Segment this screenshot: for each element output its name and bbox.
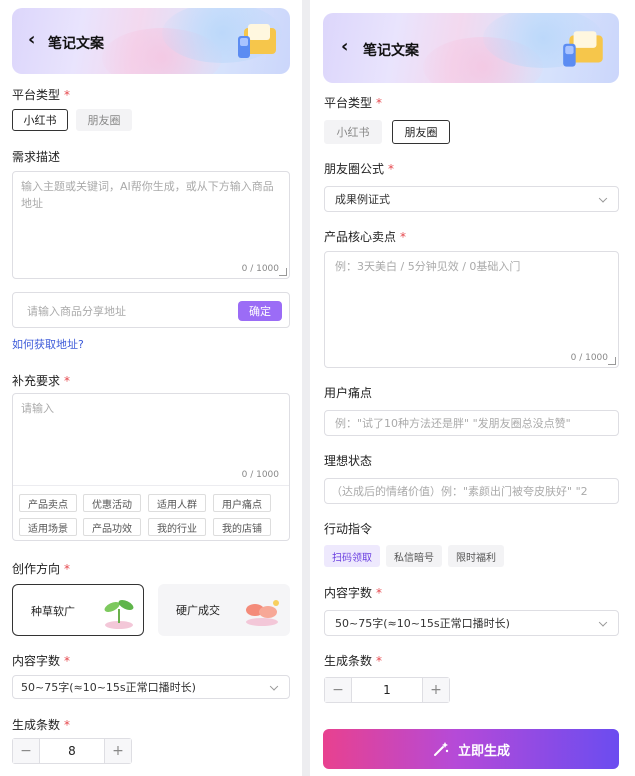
direction-label: 创作方向 * <box>12 562 71 576</box>
confirm-button[interactable]: 确定 <box>238 301 282 321</box>
page-title: 笔记文案 <box>363 43 419 59</box>
action-label: 行动指令 <box>324 522 373 536</box>
extra-counter: 0 / 1000 <box>241 470 279 480</box>
pain-placeholder: 例："试了10种方法还是胖" "发朋友圈总没点赞" <box>335 417 571 430</box>
url-placeholder: 请输入商品分享地址 <box>27 305 126 318</box>
tag-pain-point[interactable]: 用户痛点 <box>213 494 271 512</box>
formula-label: 朋友圈公式 * <box>324 162 395 176</box>
gen-count-label: 生成条数 * <box>12 718 71 732</box>
resize-handle-icon[interactable] <box>279 268 287 276</box>
need-placeholder: 输入主题或关键词，AI帮你生成，或从下方输入商品地址 <box>21 180 274 210</box>
back-icon[interactable]: ‹ <box>341 36 348 57</box>
formula-select[interactable]: 成果例证式 <box>324 186 619 212</box>
platform-option-moments[interactable]: 朋友圈 <box>76 109 132 131</box>
platform-option-xiaohongshu[interactable]: 小红书 <box>324 120 382 144</box>
gen-count-stepper[interactable]: − 8 + <box>12 738 132 764</box>
word-count-value: 50~75字(≈10~15s正常口播时长) <box>335 617 510 630</box>
direction-card-soft-label: 种草软广 <box>31 605 75 618</box>
folder-decoration-icon <box>238 24 276 58</box>
chevron-down-icon <box>269 682 279 691</box>
help-link[interactable]: 如何获取地址? <box>12 336 84 352</box>
tag-audience[interactable]: 适用人群 <box>148 494 206 512</box>
tag-promotion[interactable]: 优惠活动 <box>83 494 141 512</box>
ideal-placeholder: （达成后的情绪价值）例："素颜出门被夸皮肤好" "2 <box>331 485 588 498</box>
gen-count-stepper[interactable]: − 1 + <box>324 677 450 703</box>
decrement-button[interactable]: − <box>13 739 39 763</box>
folder-decoration-icon <box>563 31 603 67</box>
url-input[interactable]: 请输入商品分享地址 确定 <box>12 292 290 328</box>
pain-label: 用户痛点 <box>324 386 373 400</box>
word-count-label: 内容字数 * <box>12 654 71 668</box>
generate-button[interactable]: 立即生成 <box>323 729 619 769</box>
magic-wand-icon <box>433 742 449 756</box>
tag-shop[interactable]: 我的店铺 <box>213 518 271 536</box>
tag-selling-point[interactable]: 产品卖点 <box>19 494 77 512</box>
increment-button[interactable]: + <box>105 739 131 763</box>
formula-value: 成果例证式 <box>335 193 390 206</box>
platform-option-xiaohongshu[interactable]: 小红书 <box>12 109 68 131</box>
right-panel: ‹ 笔记文案 平台类型 * 小红书 朋友圈 朋友圈公式 * 成果例证式 产品核心卖点… <box>310 0 635 776</box>
resize-handle-icon[interactable] <box>608 357 616 365</box>
chevron-down-icon <box>598 618 608 627</box>
page-title: 笔记文案 <box>48 36 104 52</box>
gen-count-label: 生成条数 * <box>324 654 383 668</box>
direction-card-hard-label: 硬广成交 <box>176 604 220 617</box>
platform-label: 平台类型 * <box>324 96 383 110</box>
action-option-dm[interactable]: 私信暗号 <box>386 545 442 567</box>
extra-placeholder: 请输入 <box>21 402 54 415</box>
left-panel: ‹ 笔记文案 平台类型 * 小红书 朋友圈 需求描述 输入主题或关键词，AI帮你生… <box>0 0 302 776</box>
tag-scenario[interactable]: 适用场景 <box>19 518 77 536</box>
page-header: ‹ 笔记文案 <box>12 8 290 74</box>
platform-option-moments[interactable]: 朋友圈 <box>392 120 450 144</box>
need-label: 需求描述 <box>12 150 61 164</box>
action-option-limited[interactable]: 限时福利 <box>448 545 504 567</box>
generate-label: 立即生成 <box>457 743 510 759</box>
need-counter: 0 / 1000 <box>241 264 279 274</box>
gen-count-input[interactable]: 1 <box>351 678 423 702</box>
page-header: ‹ 笔记文案 <box>323 13 619 83</box>
tag-efficacy[interactable]: 产品功效 <box>83 518 141 536</box>
action-option-scan[interactable]: 扫码领取 <box>324 545 380 567</box>
extra-label: 补充要求 * <box>12 374 71 388</box>
selling-placeholder: 例：3天美白 / 5分钟见效 / 0基础入门 <box>335 260 521 273</box>
need-textarea[interactable]: 输入主题或关键词，AI帮你生成，或从下方输入商品地址 0 / 1000 <box>12 171 290 279</box>
decrement-button[interactable]: − <box>325 678 351 702</box>
word-count-value: 50~75字(≈10~15s正常口播时长) <box>21 681 196 694</box>
ideal-label: 理想状态 <box>324 454 373 468</box>
back-icon[interactable]: ‹ <box>28 29 35 50</box>
word-count-select[interactable]: 50~75字(≈10~15s正常口播时长) <box>324 610 619 636</box>
word-count-label: 内容字数 * <box>324 586 383 600</box>
direction-card-hard[interactable]: 硬广成交 <box>158 584 290 636</box>
selling-textarea[interactable]: 例：3天美白 / 5分钟见效 / 0基础入门 0 / 1000 <box>324 251 619 368</box>
platform-label: 平台类型 * <box>12 88 71 102</box>
word-count-select[interactable]: 50~75字(≈10~15s正常口播时长) <box>12 675 290 699</box>
increment-button[interactable]: + <box>423 678 449 702</box>
selling-label: 产品核心卖点 * <box>324 230 407 244</box>
pain-input[interactable]: 例："试了10种方法还是胖" "发朋友圈总没点赞" <box>324 410 619 436</box>
handshake-icon <box>246 600 279 626</box>
gen-count-input[interactable]: 8 <box>39 739 105 763</box>
chevron-down-icon <box>598 194 608 203</box>
direction-card-soft[interactable]: 种草软广 <box>12 584 144 636</box>
sprout-icon <box>104 600 134 629</box>
ideal-input[interactable]: （达成后的情绪价值）例："素颜出门被夸皮肤好" "2 <box>324 478 619 504</box>
selling-counter: 0 / 1000 <box>570 353 608 363</box>
tag-industry[interactable]: 我的行业 <box>148 518 206 536</box>
